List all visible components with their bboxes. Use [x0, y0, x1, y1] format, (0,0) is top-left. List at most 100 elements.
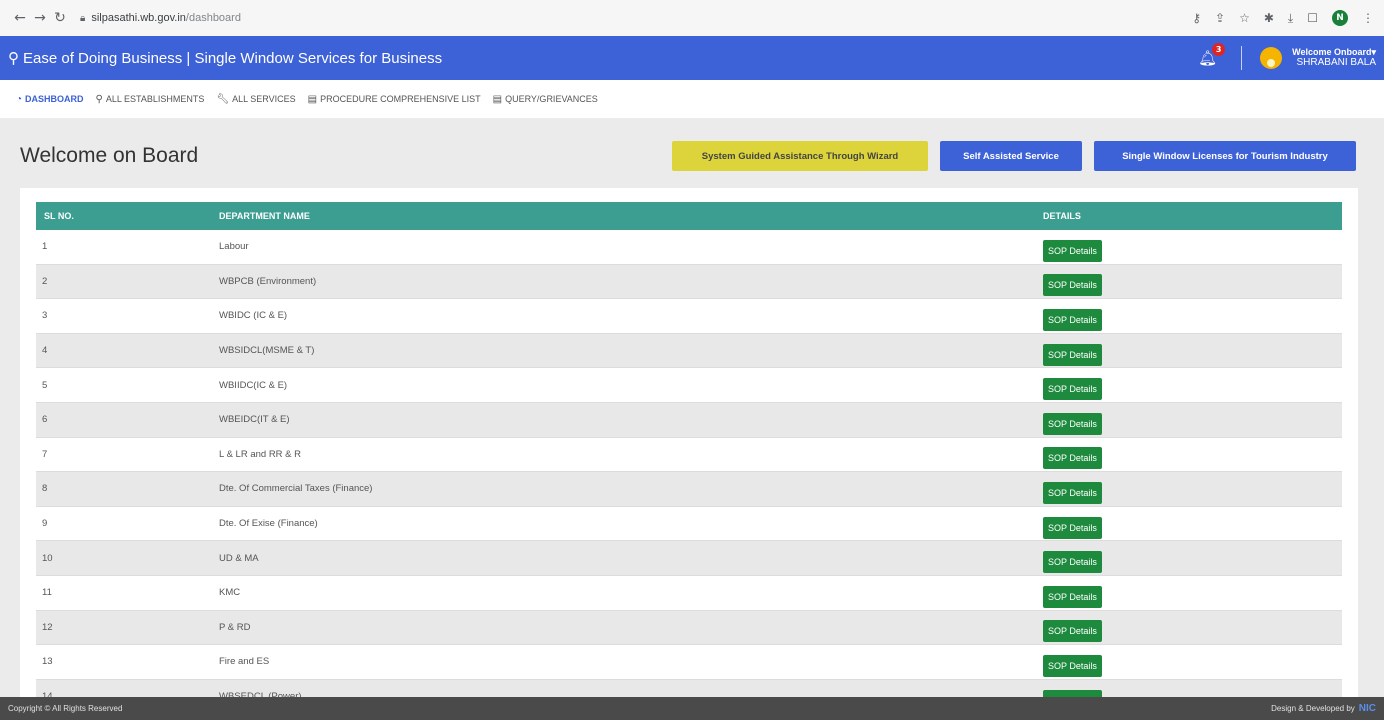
cell-details: SOP Details	[1043, 439, 1342, 470]
lock-icon: 🔒︎	[80, 12, 86, 24]
url-path: /dashboard	[185, 12, 241, 24]
cell-sl-no: 9	[42, 518, 48, 530]
header-details: DETAILS	[1043, 211, 1081, 221]
cell-details: SOP Details	[1043, 336, 1342, 366]
table-row: 5 WBIIDC(IC & E) SOP Details	[36, 368, 1342, 403]
cell-sl-no: 2	[42, 275, 48, 287]
self-assisted-service-button[interactable]: Self Assisted Service	[940, 141, 1082, 171]
copyright-text: Copyright © All Rights Reserved	[8, 704, 123, 713]
cell-details: SOP Details	[1043, 405, 1342, 435]
table-row: 12 P & RD SOP Details	[36, 610, 1342, 646]
download-icon[interactable]: ⤓	[1288, 11, 1293, 26]
sop-details-button[interactable]: SOP Details	[1043, 585, 1102, 608]
cell-sl-no: 6	[42, 414, 48, 426]
url-host: silpasathi.wb.gov.in	[91, 12, 186, 24]
cell-details: SOP Details	[1043, 612, 1342, 643]
back-arrow-icon[interactable]: ←	[10, 10, 30, 26]
sop-details-button[interactable]: SOP Details	[1043, 551, 1102, 574]
cell-department-name: Labour	[219, 241, 249, 253]
sop-details-button[interactable]: SOP Details	[1043, 308, 1102, 331]
cell-details: SOP Details	[1043, 301, 1342, 331]
sop-details-button[interactable]: SOP Details	[1043, 343, 1102, 366]
table-row: 2 WBPCB (Environment) SOP Details	[36, 264, 1342, 300]
table-body: 1 Labour SOP Details 2 WBPCB (Environment) SO…	[36, 230, 1342, 708]
nav-procedure[interactable]: ▤ PROCEDURE COMPREHENSIVE LIST	[308, 94, 481, 105]
cell-department-name: Dte. Of Exise (Finance)	[219, 518, 318, 530]
cell-department-name: WBEIDC(IT & E)	[219, 414, 290, 426]
tourism-licenses-button[interactable]: Single Window Licenses for Tourism Indus…	[1094, 141, 1356, 171]
cell-department-name: P & RD	[219, 621, 251, 633]
cell-sl-no: 11	[42, 587, 52, 599]
wizard-assistance-button[interactable]: System Guided Assistance Through Wizard	[672, 141, 928, 171]
departments-card: SL NO. DEPARTMENT NAME DETAILS 1 Labour SO…	[20, 188, 1358, 708]
profile-avatar[interactable]: N	[1332, 10, 1348, 26]
table-row: 1 Labour SOP Details	[36, 230, 1342, 265]
sitemap-icon: ⚲	[95, 93, 103, 105]
sop-details-button[interactable]: SOP Details	[1043, 654, 1102, 677]
cell-details: SOP Details	[1043, 370, 1342, 401]
cell-sl-no: 8	[42, 483, 48, 495]
user-name: SHRABANI BALA	[1296, 57, 1376, 69]
cell-department-name: UD & MA	[219, 552, 259, 564]
cell-sl-no: 4	[42, 345, 48, 357]
cell-details: SOP Details	[1043, 647, 1342, 677]
nav-dashboard[interactable]: ◔ DASHBOARD	[16, 94, 84, 105]
cell-details: SOP Details	[1043, 578, 1342, 608]
sop-details-button[interactable]: SOP Details	[1043, 447, 1102, 470]
menu-dots-icon[interactable]: ⋮	[1362, 11, 1374, 25]
list-icon: ▤	[307, 93, 318, 105]
app-title[interactable]: ⚲ Ease of Doing Business | Single Window…	[8, 49, 442, 68]
page-title: Welcome on Board	[20, 144, 199, 167]
reload-icon[interactable]: ↻	[50, 10, 70, 26]
cell-department-name: WBPCB (Environment)	[219, 275, 317, 287]
nav-services-label: ALL SERVICES	[232, 94, 296, 104]
user-avatar-icon[interactable]	[1260, 47, 1283, 69]
table-row: 10 UD & MA SOP Details	[36, 541, 1342, 576]
caret-down-icon: ▾	[1371, 47, 1376, 58]
sop-details-button[interactable]: SOP Details	[1043, 412, 1102, 435]
cell-department-name: WBIDC (IC & E)	[219, 310, 288, 322]
welcome-text: Welcome Onboard	[1292, 47, 1372, 58]
notification-bell-icon[interactable]: 🔔︎ 3	[1198, 43, 1226, 67]
nav-query[interactable]: ▤ QUERY/GRIEVANCES	[493, 94, 598, 105]
address-bar[interactable]: 🔒︎ silpasathi.wb.gov.in/dashboard	[80, 12, 241, 24]
extensions-icon[interactable]: ✱	[1264, 11, 1274, 25]
browser-toolbar: ← → ↻ 🔒︎ silpasathi.wb.gov.in/dashboard …	[0, 0, 1384, 36]
cell-details: SOP Details	[1043, 543, 1342, 574]
cell-department-name: Fire and ES	[219, 656, 270, 668]
nic-logo: NIC	[1358, 703, 1376, 714]
star-icon[interactable]: ☆	[1239, 11, 1250, 25]
cell-department-name: Dte. Of Commercial Taxes (Finance)	[219, 483, 373, 495]
nav-procedure-label: PROCEDURE COMPREHENSIVE LIST	[320, 94, 481, 104]
nav-dashboard-label: DASHBOARD	[25, 94, 84, 104]
window-icon[interactable]: ☐	[1307, 11, 1318, 25]
wrench-icon: 🔧︎	[216, 93, 230, 105]
nav-services[interactable]: 🔧︎ ALL SERVICES	[216, 94, 295, 105]
forward-arrow-icon[interactable]: →	[30, 10, 50, 26]
cell-details: SOP Details	[1043, 474, 1342, 504]
nav-establishments[interactable]: ⚲ ALL ESTABLISHMENTS	[96, 94, 205, 105]
developed-by-text: Design & Developed by	[1271, 704, 1355, 713]
sop-details-button[interactable]: SOP Details	[1043, 239, 1102, 262]
sop-details-button[interactable]: SOP Details	[1043, 516, 1102, 539]
table-row: 6 WBEIDC(IT & E) SOP Details	[36, 402, 1342, 438]
header-sl-no: SL NO.	[44, 211, 74, 221]
cell-details: SOP Details	[1043, 232, 1342, 262]
nav-establishments-label: ALL ESTABLISHMENTS	[105, 94, 205, 104]
sop-details-button[interactable]: SOP Details	[1043, 481, 1102, 504]
cell-department-name: L & LR and RR & R	[219, 448, 302, 460]
network-icon: ⚲	[8, 50, 19, 67]
main-nav: ◔ DASHBOARD ⚲ ALL ESTABLISHMENTS 🔧︎ ALL …	[0, 80, 1384, 118]
share-icon[interactable]: ⇪	[1215, 11, 1225, 25]
sop-details-button[interactable]: SOP Details	[1043, 274, 1102, 297]
cell-department-name: WBSIDCL(MSME & T)	[219, 345, 315, 357]
cell-sl-no: 12	[42, 621, 53, 633]
key-icon[interactable]: ⚷	[1192, 11, 1201, 25]
user-menu[interactable]: Welcome Onboard▾ SHRABANI BALA	[1292, 47, 1376, 69]
sop-details-button[interactable]: SOP Details	[1043, 620, 1102, 643]
footer: Copyright © All Rights Reserved Design &…	[0, 697, 1384, 720]
cell-details: SOP Details	[1043, 509, 1342, 539]
nav-query-label: QUERY/GRIEVANCES	[505, 94, 598, 104]
sop-details-button[interactable]: SOP Details	[1043, 378, 1102, 401]
table-row: 4 WBSIDCL(MSME & T) SOP Details	[36, 333, 1342, 369]
